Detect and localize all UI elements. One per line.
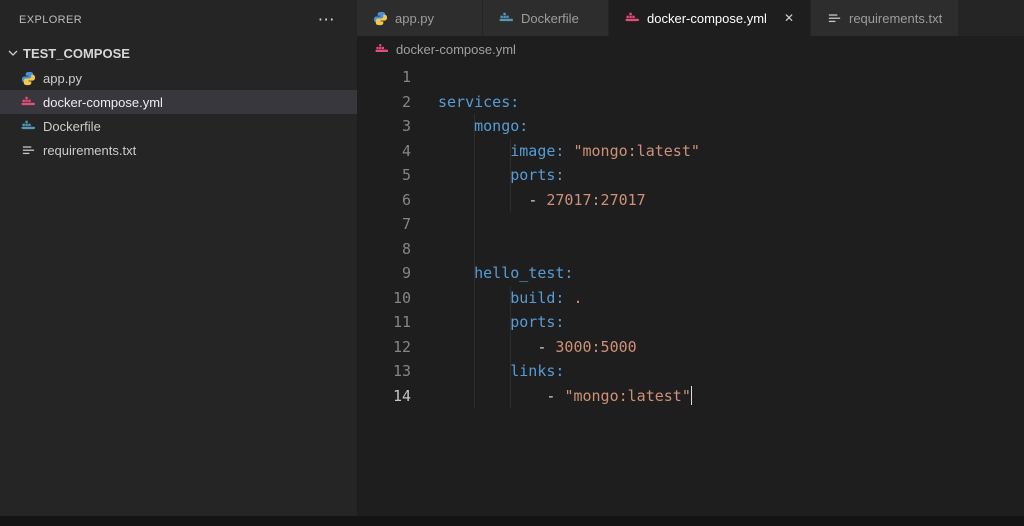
text-file-icon xyxy=(827,11,842,26)
line-number: 10 xyxy=(392,288,411,307)
code-token: - xyxy=(528,190,547,209)
tab-app.py[interactable]: app.py xyxy=(357,0,483,36)
code-token: "mongo:latest" xyxy=(573,141,700,160)
code-line-9[interactable]: hello_test: xyxy=(438,261,1024,286)
code-line-14[interactable]: - "mongo:latest" xyxy=(438,384,1024,409)
close-tab-icon[interactable]: ✕ xyxy=(784,11,794,25)
code-token: image: xyxy=(510,141,565,160)
line-number: 5 xyxy=(401,166,411,184)
explorer-header: EXPLORER ⋯ xyxy=(0,0,357,40)
code-token: services: xyxy=(438,92,520,111)
docker-icon xyxy=(499,11,514,26)
code-line-1[interactable] xyxy=(438,65,1024,90)
line-number: 13 xyxy=(392,362,411,380)
tab-bar: app.py Dockerfile docker-compose.yml ✕ requi… xyxy=(357,0,1024,36)
line-number: 2 xyxy=(401,92,411,111)
editor-group: app.py Dockerfile docker-compose.yml ✕ requi… xyxy=(357,0,1024,526)
code-line-13[interactable]: links: xyxy=(438,359,1024,384)
code-line-4[interactable]: image: "mongo:latest" xyxy=(438,139,1024,164)
line-number: 12 xyxy=(392,337,411,356)
code-token: build: xyxy=(510,288,565,307)
tab-Dockerfile[interactable]: Dockerfile xyxy=(483,0,609,36)
text-file-icon xyxy=(21,143,36,158)
code-line-10[interactable]: build: . xyxy=(438,286,1024,311)
tab-label: Dockerfile xyxy=(521,10,579,26)
explorer-title: EXPLORER xyxy=(19,14,83,26)
python-icon xyxy=(373,11,388,26)
tab-label: docker-compose.yml xyxy=(647,10,767,26)
file-label: requirements.txt xyxy=(43,142,137,158)
docker-compose-icon xyxy=(375,42,389,56)
code-line-7[interactable] xyxy=(438,212,1024,237)
code-token: "mongo:latest" xyxy=(564,386,691,405)
tab-label: app.py xyxy=(395,10,435,26)
docker-icon xyxy=(21,119,36,134)
line-number: 9 xyxy=(401,264,411,282)
code-line-3[interactable]: mongo: xyxy=(438,114,1024,139)
code-token: - xyxy=(537,337,556,356)
line-number: 7 xyxy=(401,215,411,233)
code-token: mongo: xyxy=(474,117,529,135)
breadcrumb-item: docker-compose.yml xyxy=(396,41,516,57)
file-item-docker-compose.yml[interactable]: docker-compose.yml xyxy=(0,90,357,114)
chevron-down-icon xyxy=(5,45,21,61)
window-bottom-edge xyxy=(0,516,1024,526)
code-line-11[interactable]: ports: xyxy=(438,310,1024,335)
code-line-8[interactable] xyxy=(438,237,1024,262)
code-area[interactable]: services: mongo: image: "mongo:latest" p… xyxy=(411,62,1024,408)
file-label: app.py xyxy=(43,70,83,86)
indent-guide xyxy=(510,285,512,408)
code-token: hello_test: xyxy=(474,264,574,282)
line-number-gutter: 1 2 3 4 5 6 7 8 9 10 11 12 13 14 xyxy=(357,62,411,408)
tab-label: requirements.txt xyxy=(849,10,943,26)
docker-compose-icon xyxy=(625,11,640,26)
line-number: 3 xyxy=(401,117,411,135)
code-token: 27017:27017 xyxy=(546,190,646,209)
breadcrumb[interactable]: docker-compose.yml xyxy=(357,36,1024,62)
code-line-5[interactable]: ports: xyxy=(438,163,1024,188)
file-item-requirements.txt[interactable]: requirements.txt xyxy=(0,138,357,162)
code-token: ports: xyxy=(510,313,565,331)
code-line-6[interactable]: - 27017:27017 xyxy=(438,188,1024,213)
folder-test-compose[interactable]: TEST_COMPOSE xyxy=(0,40,357,66)
file-item-Dockerfile[interactable]: Dockerfile xyxy=(0,114,357,138)
indent-guide xyxy=(474,114,476,408)
editor[interactable]: 1 2 3 4 5 6 7 8 9 10 11 12 13 14 services: mongo: ima… xyxy=(357,62,1024,526)
folder-label: TEST_COMPOSE xyxy=(23,45,130,61)
file-item-app.py[interactable]: app.py xyxy=(0,66,357,90)
code-token: ports: xyxy=(510,166,565,184)
tab-requirements.txt[interactable]: requirements.txt xyxy=(811,0,960,36)
docker-compose-icon xyxy=(21,95,36,110)
code-token: links: xyxy=(510,362,565,380)
line-number: 11 xyxy=(392,313,411,331)
text-cursor xyxy=(690,385,693,405)
code-token: - xyxy=(546,386,565,405)
more-actions-icon[interactable]: ⋯ xyxy=(318,11,335,28)
file-label: docker-compose.yml xyxy=(43,94,163,110)
code-line-12[interactable]: - 3000:5000 xyxy=(438,335,1024,360)
code-token: 3000:5000 xyxy=(555,337,637,356)
line-number: 1 xyxy=(401,68,411,86)
code-token: . xyxy=(573,288,583,307)
line-number: 6 xyxy=(401,190,411,209)
vscode-window: EXPLORER ⋯ TEST_COMPOSE app.py docker-com… xyxy=(0,0,1024,526)
indent-guide xyxy=(510,138,512,212)
file-label: Dockerfile xyxy=(43,118,101,134)
line-number: 14 xyxy=(392,386,411,405)
tab-docker-compose.yml[interactable]: docker-compose.yml ✕ xyxy=(609,0,811,36)
python-icon xyxy=(21,71,36,86)
code-line-2[interactable]: services: xyxy=(438,90,1024,115)
line-number: 4 xyxy=(401,141,411,160)
explorer-sidebar: EXPLORER ⋯ TEST_COMPOSE app.py docker-com… xyxy=(0,0,357,526)
line-number: 8 xyxy=(401,239,411,258)
file-list: app.py docker-compose.yml Dockerfile requir… xyxy=(0,66,357,162)
